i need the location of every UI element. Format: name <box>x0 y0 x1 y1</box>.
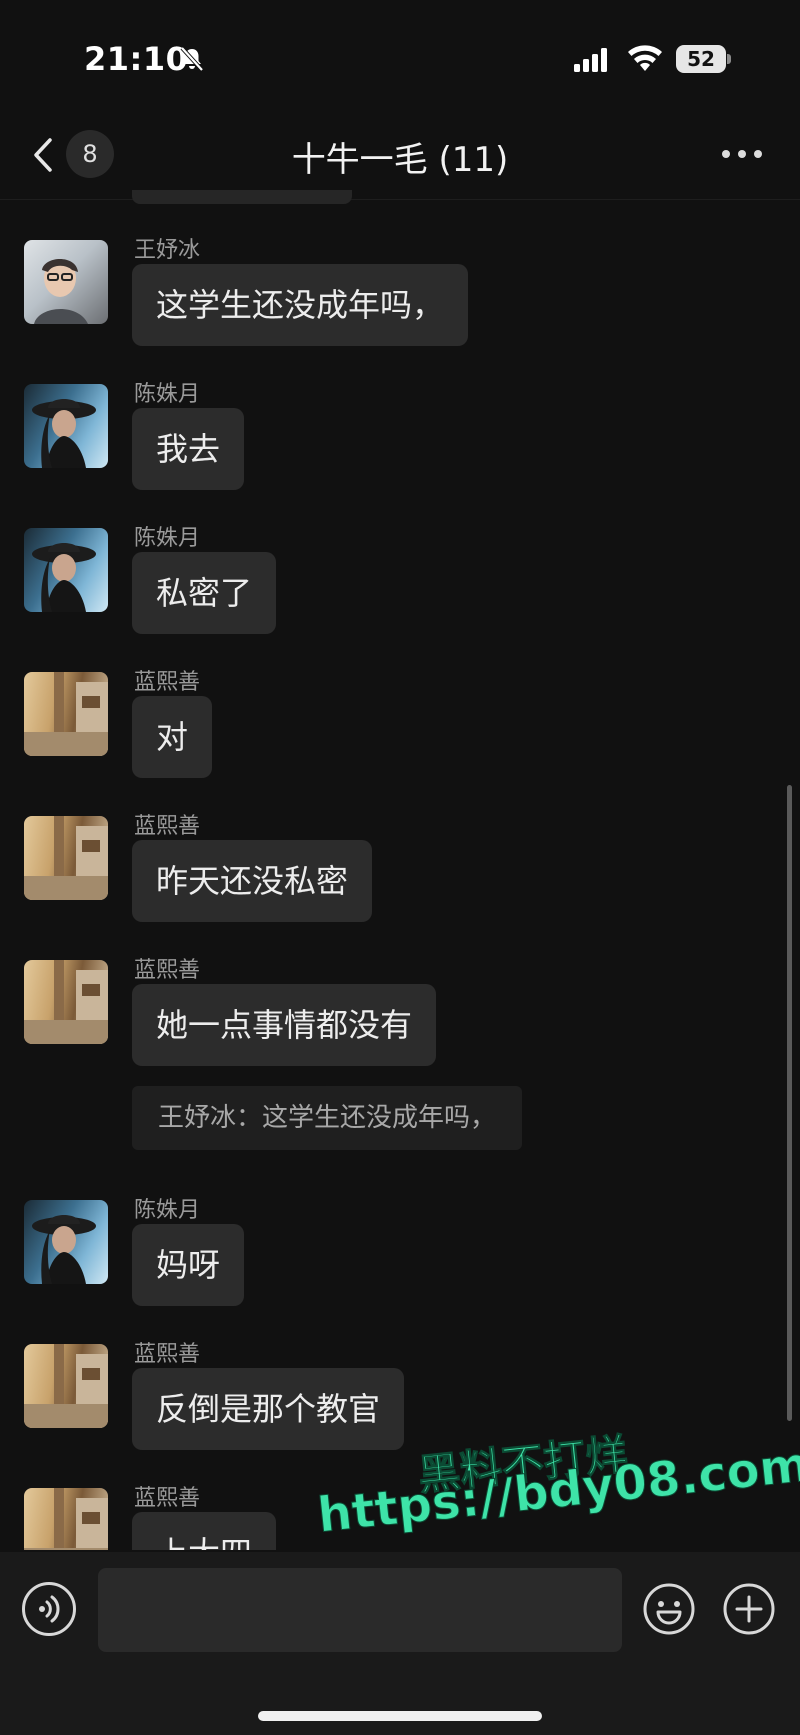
battery-level: 52 <box>687 47 715 71</box>
avatar[interactable] <box>24 240 108 324</box>
chat-header: 8 十牛一毛 (11) <box>0 110 800 200</box>
sender-name: 蓝熙善 <box>134 670 201 695</box>
quoted-message[interactable]: 王妤冰：这学生还没成年吗， <box>132 1086 523 1150</box>
avatar[interactable] <box>24 528 108 612</box>
message-bubble[interactable]: 上大四 <box>132 1512 277 1550</box>
message-bubble[interactable]: 我去 <box>132 408 245 490</box>
emoji-icon[interactable] <box>642 1582 696 1636</box>
scrollbar[interactable] <box>787 785 792 1421</box>
sender-name: 陈姝月 <box>134 526 201 551</box>
sender-name: 蓝熙善 <box>134 1486 201 1511</box>
sender-name: 王妤冰 <box>134 238 201 263</box>
message-list[interactable]: 王妤冰 这学生还没成年吗， 陈姝月 我去 陈姝月 私密了 蓝熙善 对 蓝熙善 昨… <box>0 200 800 1550</box>
status-time: 21:10 <box>84 40 189 78</box>
message-bubble[interactable]: 妈呀 <box>132 1224 245 1306</box>
avatar[interactable] <box>24 816 108 900</box>
avatar[interactable] <box>24 1200 108 1284</box>
avatar[interactable] <box>24 384 108 468</box>
input-bar <box>0 1552 800 1735</box>
sender-name: 蓝熙善 <box>134 1342 201 1367</box>
sender-name: 蓝熙善 <box>134 958 201 983</box>
status-bar: 21:10 52 <box>0 0 800 110</box>
chat-screen: 21:10 52 8 十牛一毛 (11) 王妤冰 这学生还没成年吗， 陈姝月 我… <box>0 0 800 1735</box>
message-bubble[interactable]: 对 <box>132 696 213 778</box>
voice-input-button[interactable] <box>22 1582 76 1636</box>
sender-name: 蓝熙善 <box>134 814 201 839</box>
message-bubble[interactable]: 这学生还没成年吗， <box>132 264 469 346</box>
cellular-signal-icon <box>574 48 607 72</box>
plus-icon[interactable] <box>722 1582 776 1636</box>
sender-name: 陈姝月 <box>134 1198 201 1223</box>
voice-wave-icon <box>39 1595 60 1623</box>
battery-indicator: 52 <box>676 45 732 73</box>
message-bubble[interactable]: 反倒是那个教官 <box>132 1368 405 1450</box>
wifi-icon <box>628 45 662 71</box>
avatar[interactable] <box>24 1344 108 1428</box>
avatar[interactable] <box>24 1488 108 1550</box>
message-bubble[interactable]: 私密了 <box>132 552 277 634</box>
message-bubble[interactable]: 昨天还没私密 <box>132 840 373 922</box>
chat-title[interactable]: 十牛一毛 (11) <box>200 132 600 181</box>
more-options-icon[interactable] <box>722 150 762 160</box>
message-input[interactable] <box>98 1568 622 1652</box>
bell-muted-icon <box>180 46 204 72</box>
home-indicator[interactable] <box>258 1711 542 1721</box>
unread-count-badge[interactable]: 8 <box>66 130 114 178</box>
sender-name: 陈姝月 <box>134 382 201 407</box>
back-chevron-icon[interactable] <box>30 136 56 174</box>
avatar[interactable] <box>24 960 108 1044</box>
avatar[interactable] <box>24 672 108 756</box>
message-bubble[interactable]: 她一点事情都没有 <box>132 984 437 1066</box>
